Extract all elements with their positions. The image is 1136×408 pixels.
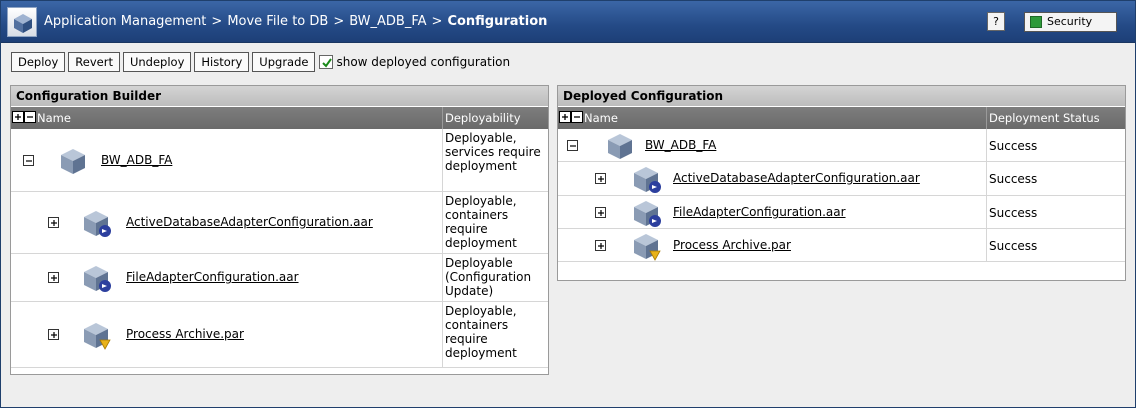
item-name-link[interactable]: ActiveDatabaseAdapterConfiguration.aar <box>126 215 373 229</box>
item-name-link[interactable]: BW_ADB_FA <box>101 153 172 167</box>
app-window: Application Management > Move File to DB > B… <box>0 0 1136 408</box>
collapse-icon[interactable] <box>567 140 578 151</box>
help-button[interactable]: ? <box>987 12 1005 31</box>
security-button[interactable]: Security <box>1024 12 1117 32</box>
table-row[interactable]: FileAdapterConfiguration.aar Deployable (… <box>11 254 548 302</box>
status-cell: Deployable, services require deployment <box>445 131 541 173</box>
item-name-link[interactable]: FileAdapterConfiguration.aar <box>126 270 299 284</box>
status-cell: Deployable, containers require deploymen… <box>445 194 517 250</box>
title-bar: Application Management > Move File to DB > B… <box>1 1 1135 43</box>
show-deployed-label: show deployed configuration <box>336 55 511 69</box>
application-icon <box>605 131 635 164</box>
expand-icon[interactable] <box>595 173 606 184</box>
table-row[interactable]: FileAdapterConfiguration.aar Success <box>558 196 1125 229</box>
process-archive-icon <box>633 231 663 264</box>
process-archive-icon <box>83 320 113 353</box>
configuration-builder-panel: Configuration Builder Name Deployability… <box>10 85 549 375</box>
panel-title: Configuration Builder <box>11 86 548 106</box>
expand-icon[interactable] <box>595 207 606 218</box>
status-cell: Deployable (Configuration Update) <box>445 256 532 298</box>
status-cell: Success <box>989 239 1038 253</box>
page-title: Configuration <box>447 14 548 29</box>
item-name-link[interactable]: Process Archive.par <box>126 327 244 341</box>
item-name-link[interactable]: ActiveDatabaseAdapterConfiguration.aar <box>673 171 920 185</box>
security-icon <box>1030 16 1042 28</box>
expand-collapse-all-icon[interactable] <box>12 111 36 127</box>
toolbar: Deploy Revert Undeploy History Upgrade s… <box>11 52 510 72</box>
status-cell: Success <box>989 172 1038 186</box>
history-button[interactable]: History <box>194 52 250 72</box>
item-name-link[interactable]: BW_ADB_FA <box>645 138 716 152</box>
breadcrumb: Application Management > Move File to DB > B… <box>44 14 548 29</box>
table-row[interactable]: BW_ADB_FA Success <box>558 129 1125 162</box>
expand-icon[interactable] <box>48 217 59 228</box>
status-cell: Deployable, containers require deploymen… <box>445 304 517 360</box>
checkmark-icon <box>322 58 333 68</box>
column-header-name[interactable]: Name <box>37 111 71 125</box>
table-row[interactable]: ActiveDatabaseAdapterConfiguration.aar Su… <box>558 162 1125 196</box>
breadcrumb-item[interactable]: Move File to DB <box>227 14 328 29</box>
upgrade-button[interactable]: Upgrade <box>252 52 316 72</box>
table-row[interactable]: Process Archive.par Deployable, container… <box>11 302 548 368</box>
column-header-deployability[interactable]: Deployability <box>445 111 521 125</box>
app-logo-icon <box>7 7 37 37</box>
expand-icon[interactable] <box>48 272 59 283</box>
column-header-deployment-status[interactable]: Deployment Status <box>989 111 1100 125</box>
collapse-icon[interactable] <box>23 155 34 166</box>
expand-collapse-all-icon[interactable] <box>559 111 583 127</box>
table-row[interactable]: Process Archive.par Success <box>558 229 1125 262</box>
application-icon <box>58 146 88 179</box>
adapter-archive-icon <box>83 208 113 241</box>
item-name-link[interactable]: FileAdapterConfiguration.aar <box>673 205 846 219</box>
panel-title: Deployed Configuration <box>558 86 1125 106</box>
revert-button[interactable]: Revert <box>68 52 120 72</box>
adapter-archive-icon <box>633 164 663 197</box>
undeploy-button[interactable]: Undeploy <box>122 52 192 72</box>
item-name-link[interactable]: Process Archive.par <box>673 238 791 252</box>
show-deployed-checkbox[interactable] <box>319 55 334 69</box>
adapter-archive-icon <box>633 198 663 231</box>
table-row[interactable]: ActiveDatabaseAdapterConfiguration.aar De… <box>11 192 548 254</box>
deployed-configuration-panel: Deployed Configuration Name Deployment S… <box>557 85 1126 281</box>
table-row[interactable]: BW_ADB_FA Deployable, services require de… <box>11 129 548 192</box>
grid-header: Name Deployment Status <box>558 107 1125 129</box>
status-cell: Success <box>989 139 1038 153</box>
column-header-name[interactable]: Name <box>584 111 618 125</box>
adapter-archive-icon <box>83 263 113 296</box>
breadcrumb-item[interactable]: Application Management <box>44 14 206 29</box>
status-cell: Success <box>989 206 1038 220</box>
deploy-button[interactable]: Deploy <box>11 52 66 72</box>
expand-icon[interactable] <box>48 329 59 340</box>
breadcrumb-item[interactable]: BW_ADB_FA <box>349 14 426 29</box>
expand-icon[interactable] <box>595 240 606 251</box>
grid-header: Name Deployability <box>11 107 548 129</box>
